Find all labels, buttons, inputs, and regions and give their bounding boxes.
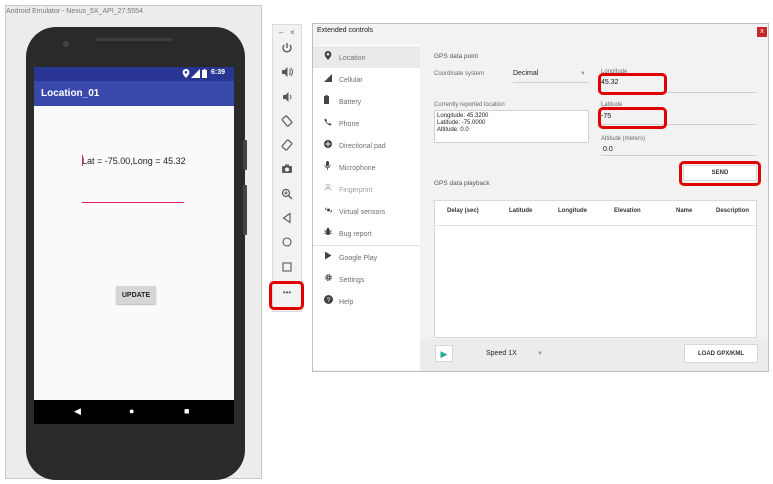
sensors-icon (324, 205, 336, 219)
column-header: Delay (sec) (447, 208, 479, 214)
sidebar-item-cellular[interactable]: Cellular (324, 73, 419, 87)
phone-volume-key[interactable] (243, 185, 247, 235)
sidebar-item-label: Battery (339, 99, 362, 106)
text-cursor (82, 155, 83, 166)
send-highlight (679, 161, 761, 186)
sidebar-item-location[interactable]: Location (324, 51, 419, 65)
phone-icon (324, 117, 336, 131)
latitude-highlight (598, 107, 667, 129)
rotate-right-icon[interactable] (278, 139, 296, 155)
reported-longitude: Longitude: 45.3200 (437, 113, 489, 119)
overview-icon[interactable] (278, 261, 296, 277)
column-header: Description (716, 208, 750, 214)
extended-controls-title: Extended controls (317, 27, 374, 34)
sidebar-item-battery[interactable]: Battery (324, 95, 419, 109)
phone-power-key[interactable] (243, 140, 247, 170)
sidebar-item-label: Help (339, 299, 354, 306)
coordinate-system-label: Coordinate system (434, 71, 485, 77)
phone-speaker (95, 38, 173, 41)
sidebar-item-label: Location (339, 55, 366, 62)
rotate-left-icon[interactable] (278, 115, 296, 131)
back-icon[interactable] (278, 212, 296, 228)
sidebar-item-phone[interactable]: Phone (324, 117, 419, 131)
sidebar-item-label: Microphone (339, 165, 376, 172)
settings-icon (324, 273, 336, 287)
sidebar-item-fingerprint[interactable]: Fingerprint (324, 183, 419, 197)
sidebar-item-virtual-sensors[interactable]: Virtual sensors (324, 205, 419, 219)
sidebar-item-label: Settings (339, 277, 365, 284)
nav-back-icon[interactable]: ◀ (74, 406, 81, 417)
signal-icon (324, 73, 336, 87)
home-icon[interactable] (278, 236, 296, 252)
chevron-down-icon: ▼ (580, 71, 586, 77)
altitude-label: Altitude (meters) (601, 136, 646, 142)
update-button[interactable]: UPDATE (116, 286, 156, 304)
sidebar-item-label: Virtual sensors (339, 209, 386, 216)
sidebar-item-label: Cellular (339, 77, 363, 84)
close-button[interactable]: × (290, 28, 295, 37)
table-header-divider (434, 225, 757, 226)
sidebar-item-help[interactable]: ? Help (324, 295, 419, 309)
bug-icon (324, 227, 336, 241)
sidebar-item-label: Fingerprint (339, 187, 373, 194)
volume-down-icon[interactable] (278, 91, 296, 107)
battery-status-icon (202, 69, 207, 80)
location-pin-icon (324, 51, 336, 65)
status-time: 6:39 (211, 69, 226, 76)
extended-controls-close-button[interactable]: x (757, 27, 767, 37)
gps-playback-table[interactable] (434, 200, 757, 338)
microphone-icon (324, 161, 336, 175)
gps-data-point-title: GPS data point (434, 53, 479, 60)
volume-up-icon[interactable] (278, 66, 296, 82)
phone-screen[interactable] (34, 67, 234, 424)
sidebar-divider (313, 245, 420, 246)
zoom-icon[interactable] (278, 188, 296, 204)
sidebar-item-directional-pad[interactable]: Directional pad (324, 139, 419, 153)
emulator-window-title: Android Emulator - Nexus_5X_API_27:5554 (6, 8, 143, 15)
fingerprint-icon (324, 183, 336, 197)
camera-icon[interactable] (278, 163, 296, 179)
latlong-text: Lat = -75.00,Long = 45.32 (82, 156, 186, 166)
sidebar-item-settings[interactable]: Settings (324, 273, 419, 287)
reported-latitude: Latitude: -75.0000 (437, 120, 486, 126)
phone-camera (63, 41, 69, 47)
help-icon: ? (324, 295, 336, 309)
sidebar-item-microphone[interactable]: Microphone (324, 161, 419, 175)
gps-playback-title: GPS data playback (434, 180, 490, 187)
column-header: Elevation (614, 208, 641, 214)
play-icon[interactable]: ▶ (435, 345, 453, 362)
altitude-underline (601, 155, 757, 156)
load-gpx-kml-button[interactable]: LOAD GPX/KML (684, 344, 758, 363)
battery-icon (324, 95, 336, 109)
altitude-input[interactable]: 0.0 (603, 146, 613, 153)
nav-home-icon[interactable]: ● (129, 406, 134, 416)
more-button-highlight (269, 281, 304, 310)
column-header: Latitude (509, 208, 533, 214)
reported-location-label: Currently reported location (434, 102, 505, 108)
coordinate-system-select[interactable]: Decimal (513, 70, 589, 83)
speed-select[interactable]: Speed 1X (486, 350, 517, 357)
longitude-highlight (598, 73, 667, 95)
signal-status-icon (191, 69, 200, 80)
reported-altitude: Altitude: 0.0 (437, 127, 469, 133)
power-icon[interactable] (278, 42, 296, 58)
edit-text-field[interactable] (82, 202, 184, 203)
chevron-down-icon: ▼ (537, 351, 543, 357)
sidebar-item-label: Phone (339, 121, 360, 128)
column-header: Name (676, 208, 693, 214)
sidebar-item-google-play[interactable]: Google Play (324, 251, 419, 265)
sidebar-item-bug-report[interactable]: Bug report (324, 227, 419, 241)
location-status-icon (182, 69, 190, 80)
sidebar-item-label: Google Play (339, 255, 378, 262)
status-bar: 6:39 (34, 67, 234, 81)
minimize-button[interactable]: – (279, 28, 283, 37)
play-store-icon (324, 251, 336, 265)
nav-recents-icon[interactable]: ■ (184, 406, 189, 416)
svg-text:?: ? (327, 297, 331, 304)
sidebar-item-label: Bug report (339, 231, 372, 238)
column-header: Longitude (558, 208, 587, 214)
sidebar-item-label: Directional pad (339, 143, 386, 150)
app-title: Location_01 (41, 88, 100, 99)
dpad-icon (324, 139, 336, 153)
